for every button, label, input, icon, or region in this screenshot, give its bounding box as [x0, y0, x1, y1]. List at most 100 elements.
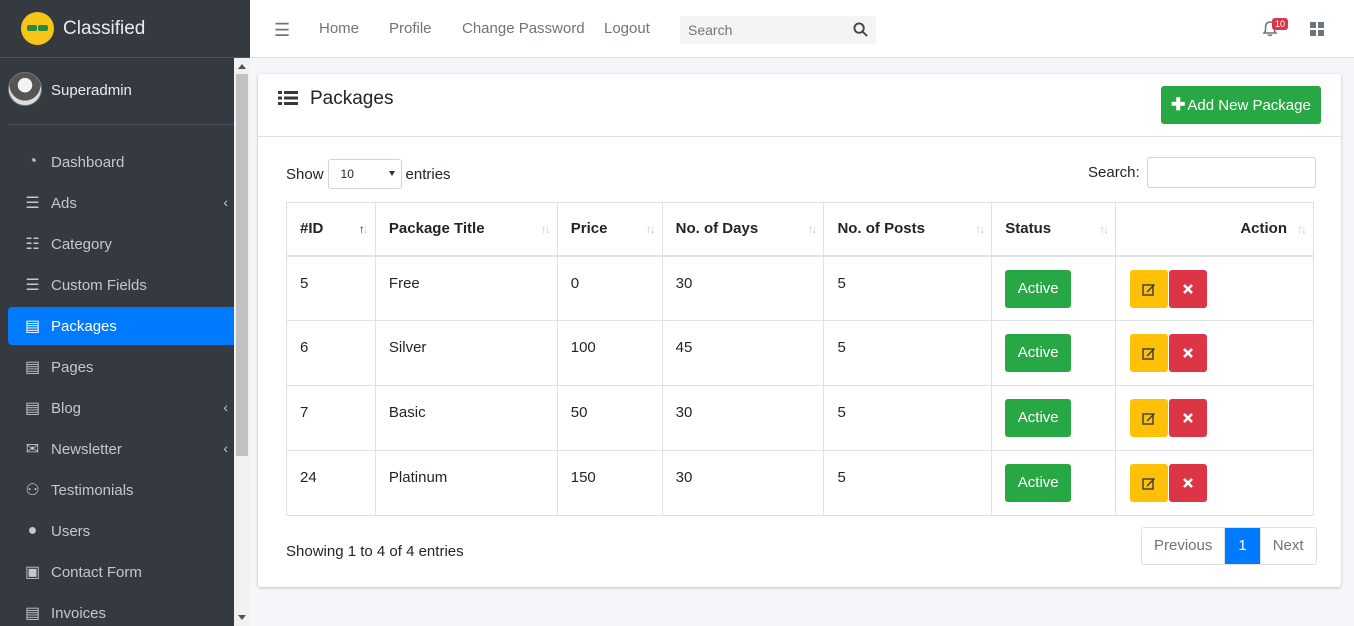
sidebar-item-label: Custom Fields — [51, 276, 147, 294]
column-header-package-title[interactable]: Package Title ↑↓ — [374, 202, 558, 257]
sidebar-item-label: Invoices — [51, 604, 107, 622]
delete-button[interactable] — [1169, 399, 1208, 437]
cell-posts: 5 — [823, 450, 993, 516]
cell-title: Silver — [374, 320, 558, 386]
column-header-posts[interactable]: No. of Posts ↑↓ — [823, 202, 993, 257]
pagination-previous[interactable]: Previous — [1142, 528, 1226, 564]
sidebar-item-label: Packages — [51, 317, 117, 335]
cell-days: 30 — [661, 255, 825, 321]
sidebar-item-newsletter[interactable]: ✉ Newsletter ‹ — [8, 430, 242, 468]
hamburger-menu-icon[interactable]: ☰ — [274, 20, 290, 41]
add-new-package-button[interactable]: ✚ Add New Package — [1161, 86, 1321, 124]
column-header-action[interactable]: Action ↑↓ — [1115, 202, 1314, 257]
sidebar-menu: ◔ Dashboard ☰ Ads ‹ ☷ Category ☰ Custom Fields ▤ P… — [0, 143, 250, 626]
add-new-package-label: Add New Package — [1187, 96, 1311, 114]
sidebar: Classified Superadmin ◔ Dashboard ☰ Ads ‹ ☷ Ca… — [0, 0, 250, 626]
user-icon: ● — [27, 522, 38, 539]
packages-card: Packages ✚ Add New Package Show 10 entri… — [258, 74, 1341, 587]
brand-title: Classified — [63, 17, 146, 39]
column-header-price[interactable]: Price ↑↓ — [556, 202, 663, 257]
notification-badge: 10 — [1272, 18, 1289, 30]
chevron-left-icon[interactable]: ‹ — [223, 440, 228, 456]
sidebar-item-pages[interactable]: ▤ Pages — [8, 348, 242, 386]
chevron-left-icon[interactable]: ‹ — [223, 399, 228, 415]
table-search-input[interactable] — [1146, 157, 1316, 188]
sort-icon: ↑↓ — [1099, 222, 1109, 236]
column-header-label: Price — [570, 220, 608, 238]
tachometer-icon: ◔ — [27, 153, 38, 170]
sidebar-item-label: Pages — [51, 358, 94, 376]
sidebar-item-label: Contact Form — [51, 563, 142, 581]
table-row: 24 Platinum 150 30 5 Active — [286, 450, 1314, 516]
nav-home[interactable]: Home — [319, 20, 359, 37]
edit-button[interactable] — [1130, 334, 1169, 372]
delete-button[interactable] — [1169, 464, 1208, 502]
id-card-icon: ▣ — [24, 564, 41, 581]
brand-logo-icon — [21, 12, 54, 45]
cell-id: 24 — [286, 450, 376, 516]
users-icon: ⚇ — [25, 482, 40, 499]
sidebar-item-contact-form[interactable]: ▣ Contact Form — [8, 553, 242, 591]
column-header-days[interactable]: No. of Days ↑↓ — [661, 202, 825, 257]
sidebar-item-invoices[interactable]: ▤ Invoices — [8, 594, 242, 626]
scroll-up-icon[interactable] — [238, 64, 246, 69]
edit-button[interactable] — [1130, 464, 1169, 502]
pagination-next[interactable]: Next — [1261, 528, 1316, 564]
edit-button[interactable] — [1130, 399, 1169, 437]
sidebar-item-packages[interactable]: ▤ Packages — [8, 307, 242, 345]
cell-title: Platinum — [374, 450, 558, 516]
nav-change-password[interactable]: Change Password — [462, 20, 585, 37]
entries-label: entries — [405, 165, 451, 183]
list-icon — [278, 91, 298, 105]
page-length-value: 10 — [340, 167, 354, 181]
edit-button[interactable] — [1130, 269, 1169, 308]
column-header-status[interactable]: Status ↑↓ — [991, 202, 1117, 257]
chevron-left-icon[interactable]: ‹ — [223, 194, 228, 210]
nav-logout[interactable]: Logout — [604, 20, 650, 37]
sort-asc-icon: ↑↓ — [358, 222, 369, 236]
list-alt-icon: ☷ — [25, 236, 40, 253]
column-header-id[interactable]: #ID ↑↓ — [286, 202, 376, 257]
cell-action — [1115, 385, 1314, 451]
top-navbar: ☰ Home Profile Change Password Logout 10 — [250, 0, 1354, 58]
sidebar-item-testimonials[interactable]: ⚇ Testimonials — [8, 471, 242, 509]
table-row: 7 Basic 50 30 5 Active — [286, 385, 1314, 451]
list-icon: ☰ — [25, 195, 40, 212]
nav-profile[interactable]: Profile — [389, 20, 432, 37]
status-badge[interactable]: Active — [1005, 334, 1072, 372]
sidebar-item-ads[interactable]: ☰ Ads ‹ — [8, 184, 242, 222]
cell-days: 45 — [661, 320, 825, 386]
cell-action — [1115, 255, 1314, 321]
table-filter: Search: — [1088, 157, 1316, 188]
sidebar-item-users[interactable]: ● Users — [8, 512, 242, 550]
search-icon[interactable] — [853, 22, 868, 37]
sidebar-item-dashboard[interactable]: ◔ Dashboard — [8, 143, 242, 181]
plus-icon: ✚ — [1171, 95, 1186, 114]
status-badge[interactable]: Active — [1005, 399, 1072, 437]
user-panel[interactable]: Superadmin — [8, 72, 242, 125]
scroll-thumb[interactable] — [236, 74, 248, 456]
sidebar-item-blog[interactable]: ▤ Blog ‹ — [8, 389, 242, 427]
book-icon: ▤ — [24, 400, 41, 417]
delete-button[interactable] — [1169, 334, 1208, 372]
brand[interactable]: Classified — [0, 0, 250, 58]
cell-title: Basic — [374, 385, 558, 451]
cell-days: 30 — [661, 450, 825, 516]
sidebar-item-label: Users — [51, 522, 91, 540]
status-badge[interactable]: Active — [1005, 464, 1072, 502]
table-row: 6 Silver 100 45 5 Active — [286, 320, 1314, 386]
pagination-page-current[interactable]: 1 — [1225, 528, 1261, 564]
sidebar-scrollbar[interactable] — [234, 58, 250, 626]
sidebar-item-label: Blog — [51, 399, 82, 417]
sidebar-item-custom-fields[interactable]: ☰ Custom Fields — [8, 266, 242, 304]
cell-posts: 5 — [823, 385, 993, 451]
sidebar-item-label: Ads — [51, 194, 77, 212]
delete-button[interactable] — [1169, 269, 1208, 308]
apps-grid-icon[interactable] — [1310, 22, 1324, 36]
navbar-search-input[interactable] — [680, 16, 840, 44]
page-length-select[interactable]: 10 — [327, 159, 402, 189]
sidebar-item-category[interactable]: ☷ Category — [8, 225, 242, 263]
scroll-down-icon[interactable] — [238, 615, 246, 620]
book-icon: ▤ — [24, 318, 41, 335]
status-badge[interactable]: Active — [1005, 269, 1072, 308]
